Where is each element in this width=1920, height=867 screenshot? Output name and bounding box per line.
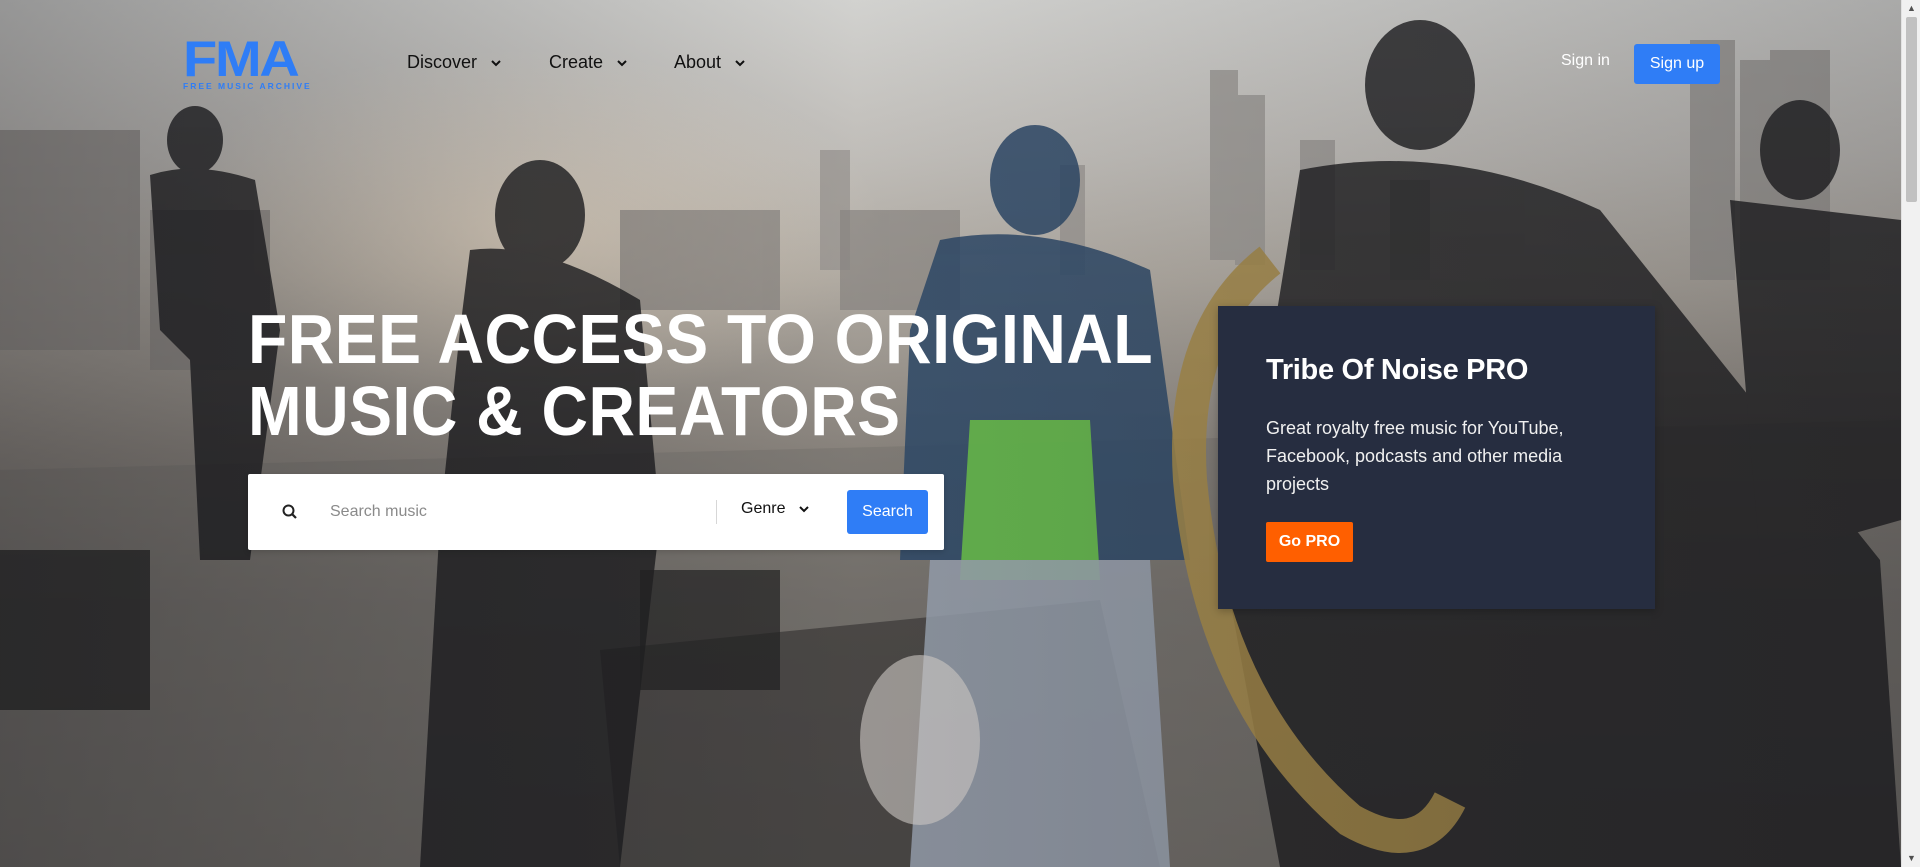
headline-line-1: FREE ACCESS TO ORIGINAL [248, 300, 1154, 378]
logo-subtitle: FREE MUSIC ARCHIVE [183, 81, 312, 91]
nav-create-label: Create [549, 52, 604, 72]
go-pro-button[interactable]: Go PRO [1266, 522, 1353, 562]
scroll-down-arrow-icon[interactable]: ▼ [1902, 850, 1920, 867]
hero-headline: FREE ACCESS TO ORIGINAL MUSIC & CREATORS [248, 300, 1154, 450]
nav-discover-label: Discover [407, 52, 478, 72]
sign-up-button[interactable]: Sign up [1634, 44, 1720, 84]
scroll-up-arrow-icon[interactable]: ▲ [1902, 0, 1920, 17]
chevron-down-icon [799, 506, 810, 513]
chevron-down-icon [617, 59, 627, 66]
search-bar: Genre Search [248, 474, 944, 550]
chevron-down-icon [735, 59, 745, 66]
nav-create[interactable]: Create [549, 52, 629, 73]
genre-label: Genre [741, 500, 786, 517]
pro-promo-card: Tribe Of Noise PRO Great royalty free mu… [1218, 306, 1655, 609]
search-icon [282, 504, 297, 519]
chevron-down-icon [491, 59, 501, 66]
fma-logo[interactable]: FMA FREE MUSIC ARCHIVE [183, 31, 313, 93]
sign-in-link[interactable]: Sign in [1561, 52, 1610, 70]
nav-discover[interactable]: Discover [407, 52, 503, 73]
pro-card-title: Tribe Of Noise PRO [1266, 354, 1529, 386]
nav-about[interactable]: About [674, 52, 747, 73]
pro-card-description: Great royalty free music for YouTube, Fa… [1266, 418, 1564, 494]
nav-about-label: About [674, 52, 722, 72]
scrollbar-thumb[interactable] [1906, 17, 1917, 202]
search-divider [716, 500, 717, 524]
genre-dropdown[interactable]: Genre [741, 500, 811, 518]
headline-line-2: MUSIC & CREATORS [248, 372, 901, 450]
page-scrollbar[interactable]: ▲ ▼ [1901, 0, 1920, 867]
search-input[interactable] [330, 498, 710, 526]
search-button[interactable]: Search [847, 490, 928, 534]
logo-mark: FMA [183, 31, 300, 87]
